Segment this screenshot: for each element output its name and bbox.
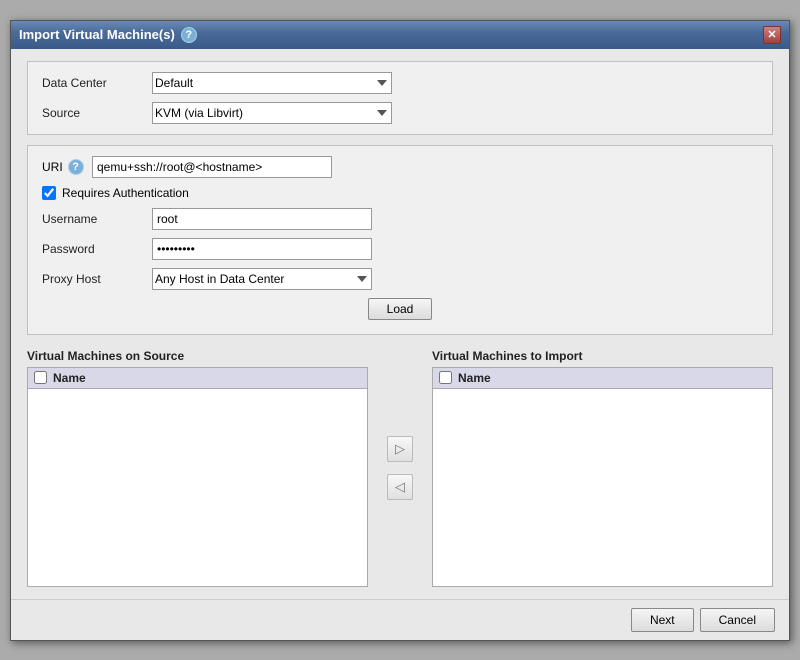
dialog-help-icon[interactable]: ? <box>181 27 197 43</box>
source-row: Source KVM (via Libvirt) <box>42 102 758 124</box>
uri-section: URI ? Requires Authentication Username P… <box>27 145 773 335</box>
proxy-host-select[interactable]: Any Host in Data Center <box>152 268 372 290</box>
vm-import-name-header: Name <box>458 371 491 385</box>
vm-import-select-all[interactable] <box>439 371 452 384</box>
proxy-host-label: Proxy Host <box>42 272 152 286</box>
move-right-button[interactable]: ▷ <box>387 436 413 462</box>
move-left-button[interactable]: ◁ <box>387 474 413 500</box>
load-button[interactable]: Load <box>368 298 433 320</box>
vm-source-header: Name <box>28 368 367 389</box>
vm-source-name-header: Name <box>53 371 86 385</box>
proxy-host-row: Proxy Host Any Host in Data Center <box>42 268 758 290</box>
uri-input[interactable] <box>92 156 332 178</box>
vm-source-select-all[interactable] <box>34 371 47 384</box>
username-input[interactable] <box>152 208 372 230</box>
uri-row: URI ? <box>42 156 758 178</box>
requires-auth-label: Requires Authentication <box>62 186 189 200</box>
vm-import-panel: Virtual Machines to Import Name <box>432 349 773 587</box>
arrow-column: ▷ ◁ <box>382 349 418 587</box>
uri-label-text: URI <box>42 160 63 174</box>
dialog-title: Import Virtual Machine(s) <box>19 27 175 42</box>
vm-source-list: Name <box>27 367 368 587</box>
vm-import-header: Name <box>433 368 772 389</box>
vm-import-body <box>433 389 772 586</box>
load-row: Load <box>42 298 758 320</box>
datacenter-source-section: Data Center Default Source KVM (via Libv… <box>27 61 773 135</box>
password-label: Password <box>42 242 152 256</box>
requires-auth-checkbox[interactable] <box>42 186 56 200</box>
password-row: Password <box>42 238 758 260</box>
import-vm-dialog: Import Virtual Machine(s) ? ✕ Data Cente… <box>10 20 790 641</box>
vm-section: Virtual Machines on Source Name ▷ ◁ Virt… <box>27 349 773 587</box>
titlebar-left: Import Virtual Machine(s) ? <box>19 27 197 43</box>
data-center-label: Data Center <box>42 76 152 90</box>
vm-source-title: Virtual Machines on Source <box>27 349 368 363</box>
password-input[interactable] <box>152 238 372 260</box>
source-label: Source <box>42 106 152 120</box>
uri-label-group: URI ? <box>42 159 92 175</box>
vm-import-title: Virtual Machines to Import <box>432 349 773 363</box>
data-center-select[interactable]: Default <box>152 72 392 94</box>
cancel-button[interactable]: Cancel <box>700 608 775 632</box>
source-select[interactable]: KVM (via Libvirt) <box>152 102 392 124</box>
vm-source-body <box>28 389 367 586</box>
dialog-body: Data Center Default Source KVM (via Libv… <box>11 49 789 599</box>
dialog-titlebar: Import Virtual Machine(s) ? ✕ <box>11 21 789 49</box>
vm-import-list: Name <box>432 367 773 587</box>
dialog-footer: Next Cancel <box>11 599 789 640</box>
requires-auth-row: Requires Authentication <box>42 186 758 200</box>
username-row: Username <box>42 208 758 230</box>
close-button[interactable]: ✕ <box>763 26 781 44</box>
next-button[interactable]: Next <box>631 608 694 632</box>
username-label: Username <box>42 212 152 226</box>
data-center-row: Data Center Default <box>42 72 758 94</box>
uri-help-icon[interactable]: ? <box>68 159 84 175</box>
vm-source-panel: Virtual Machines on Source Name <box>27 349 368 587</box>
